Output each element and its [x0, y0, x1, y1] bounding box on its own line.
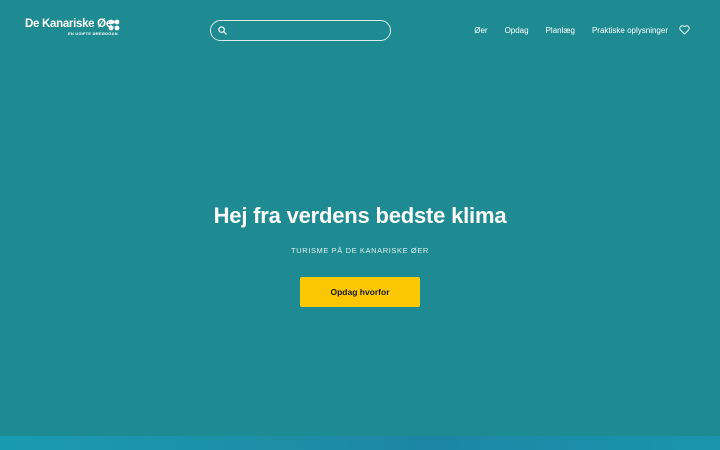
hero-subtitle: TURISME PÅ DE KANARISKE ØER: [291, 246, 429, 255]
logo-tagline: EN UGIFTE ØREØGGAN: [68, 31, 118, 36]
site-header: De Kanariske Øer EN UGIFTE ØREØGGAN Øer …: [0, 0, 720, 60]
nav-item-plan[interactable]: Planlæg: [546, 26, 575, 36]
search-icon: [218, 26, 227, 35]
flower-logo-icon: [108, 19, 120, 31]
heart-icon[interactable]: [679, 25, 690, 35]
nav-item-islands[interactable]: Øer: [474, 26, 487, 36]
discover-why-button[interactable]: Opdag hvorfor: [300, 277, 420, 307]
hero-title: Hej fra verdens bedste klima: [213, 203, 507, 228]
nav-item-practical-info[interactable]: Praktiske oplysninger: [592, 26, 668, 36]
main-nav: Øer Opdag Planlæg Praktiske oplysninger: [474, 26, 668, 36]
next-section-strip: [0, 436, 720, 450]
search-input[interactable]: [231, 22, 386, 39]
nav-item-discover[interactable]: Opdag: [505, 26, 529, 36]
logo-name: De Kanariske Øer: [25, 18, 117, 30]
site-logo[interactable]: De Kanariske Øer EN UGIFTE ØREØGGAN: [25, 18, 125, 38]
search-bar[interactable]: [210, 20, 391, 41]
